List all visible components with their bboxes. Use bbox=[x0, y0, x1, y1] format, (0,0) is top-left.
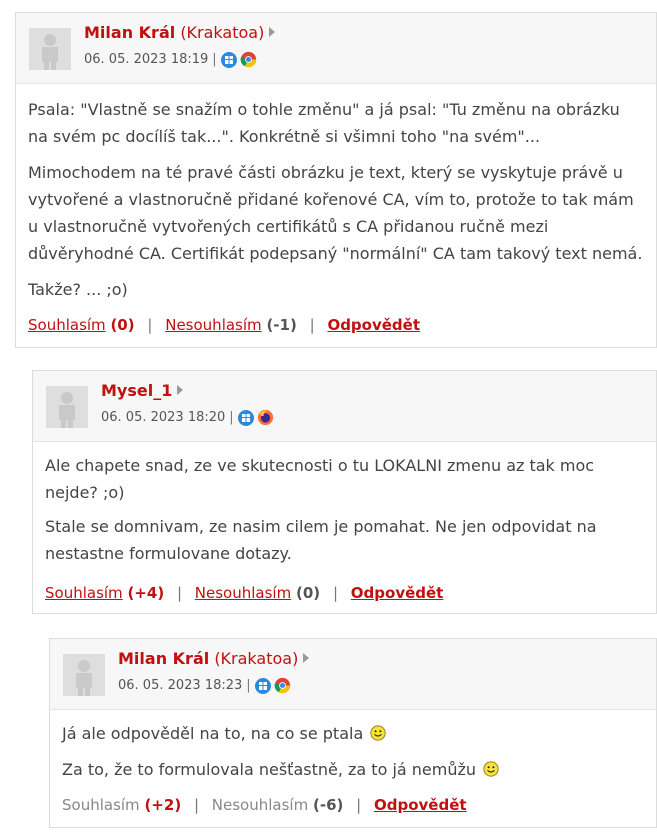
comment-paragraph: Mimochodem na té pravé části obrázku je … bbox=[28, 163, 643, 263]
chrome-icon bbox=[274, 677, 290, 694]
chrome-icon bbox=[240, 51, 256, 68]
agree-count: (+4) bbox=[127, 584, 165, 602]
disagree-link[interactable]: Nesouhlasím bbox=[212, 796, 308, 814]
comment-body: Psala: "Vlastně se snažím o tohle změnu"… bbox=[16, 84, 656, 303]
author-name[interactable]: Mysel_1 bbox=[101, 381, 172, 400]
comment-paragraph: Za to, že to formulovala nešťastně, za t… bbox=[62, 760, 477, 779]
avatar bbox=[46, 386, 88, 428]
comment-paragraph: Stale se domnivam, ze nasim cilem je pom… bbox=[45, 517, 597, 563]
expand-arrow-icon[interactable] bbox=[177, 385, 184, 395]
actions-separator: | bbox=[147, 316, 153, 334]
firefox-icon bbox=[257, 409, 273, 426]
smiley-icon bbox=[370, 725, 386, 741]
author-nick: (Krakatoa) bbox=[180, 23, 265, 42]
actions-separator: | bbox=[356, 796, 362, 814]
comment-body: Já ale odpověděl na to, na co se ptala Z… bbox=[50, 710, 656, 783]
avatar bbox=[63, 654, 105, 696]
actions-separator: | bbox=[193, 796, 200, 814]
author-name[interactable]: Milan Král bbox=[84, 23, 175, 42]
agree-link[interactable]: Souhlasím bbox=[62, 796, 140, 814]
disagree-link[interactable]: Nesouhlasím bbox=[195, 584, 291, 602]
actions-separator: | bbox=[176, 584, 183, 602]
comment-body: Ale chapete snad, ze ve skutecnosti o tu… bbox=[33, 442, 656, 567]
agree-link[interactable]: Souhlasím bbox=[28, 316, 106, 334]
comment-date: 06. 05. 2023 18:19 bbox=[84, 52, 209, 67]
comment-paragraph: Já ale odpověděl na to, na co se ptala bbox=[62, 724, 364, 743]
comment-header: Milan Král (Krakatoa) 06. 05. 2023 18:23… bbox=[50, 639, 656, 710]
expand-arrow-icon[interactable] bbox=[303, 653, 310, 663]
reply-link[interactable]: Odpovědět bbox=[374, 796, 467, 814]
meta-separator: | bbox=[246, 678, 251, 693]
comment-3: Milan Král (Krakatoa) 06. 05. 2023 18:23… bbox=[49, 638, 657, 828]
windows-icon bbox=[220, 51, 237, 68]
agree-link[interactable]: Souhlasím bbox=[45, 584, 123, 602]
avatar bbox=[29, 28, 71, 70]
expand-arrow-icon[interactable] bbox=[269, 27, 276, 37]
comment-paragraph: Takže? ... ;o) bbox=[28, 280, 128, 299]
meta-separator: | bbox=[229, 410, 234, 425]
comment-1: Milan Král (Krakatoa) 06. 05. 2023 18:19… bbox=[15, 12, 657, 348]
reply-link[interactable]: Odpovědět bbox=[351, 584, 444, 602]
windows-icon bbox=[254, 677, 271, 694]
comment-line: Já ale odpověděl na to, na co se ptala bbox=[62, 720, 644, 747]
meta-separator: | bbox=[212, 52, 217, 67]
agree-count: (0) bbox=[110, 316, 135, 334]
actions-separator: | bbox=[309, 316, 315, 334]
disagree-count: (-6) bbox=[313, 796, 344, 814]
comment-actions: Souhlasím (+2) | Nesouhlasím (-6) | Odpo… bbox=[62, 796, 467, 814]
agree-count: (+2) bbox=[144, 796, 182, 814]
actions-separator: | bbox=[332, 584, 338, 602]
comment-header: Milan Král (Krakatoa) 06. 05. 2023 18:19… bbox=[16, 13, 656, 84]
comment-paragraph: Psala: "Vlastně se snažím o tohle změnu"… bbox=[28, 100, 620, 146]
comment-line: Za to, že to formulovala nešťastně, za t… bbox=[62, 756, 644, 783]
comment-actions: Souhlasím (+4) | Nesouhlasím (0) | Odpov… bbox=[45, 584, 443, 602]
author-name[interactable]: Milan Král bbox=[118, 649, 209, 668]
comment-paragraph: Ale chapete snad, ze ve skutecnosti o tu… bbox=[45, 456, 595, 502]
disagree-count: (0) bbox=[296, 584, 321, 602]
comment-date: 06. 05. 2023 18:23 bbox=[118, 678, 243, 693]
disagree-count: (-1) bbox=[266, 316, 297, 334]
comment-header: Mysel_1 06. 05. 2023 18:20 | bbox=[33, 371, 656, 442]
reply-link[interactable]: Odpovědět bbox=[327, 316, 420, 334]
disagree-link[interactable]: Nesouhlasím bbox=[165, 316, 261, 334]
smiley-icon bbox=[483, 761, 499, 777]
comment-2: Mysel_1 06. 05. 2023 18:20 | Ale chapete… bbox=[32, 370, 657, 614]
author-nick: (Krakatoa) bbox=[214, 649, 299, 668]
comment-date: 06. 05. 2023 18:20 bbox=[101, 410, 226, 425]
windows-icon bbox=[237, 409, 254, 426]
comment-actions: Souhlasím (0) | Nesouhlasím (-1) | Odpov… bbox=[28, 316, 420, 334]
